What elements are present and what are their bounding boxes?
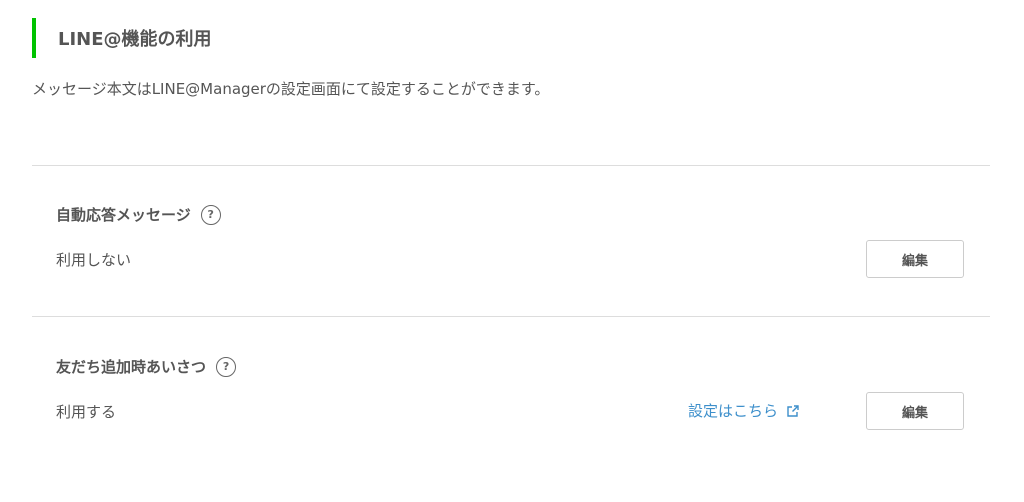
- auto-response-edit-button[interactable]: 編集: [866, 240, 964, 278]
- greeting-label: 友だち追加時あいさつ: [56, 358, 207, 376]
- greeting-title: 友だち追加時あいさつ ?: [56, 356, 237, 377]
- auto-response-label: 自動応答メッセージ: [56, 206, 191, 224]
- accent-bar: [32, 18, 36, 58]
- greeting-status: 利用する: [56, 403, 117, 421]
- section-description: メッセージ本文はLINE@Managerの設定画面にて設定することができます。: [32, 80, 550, 98]
- external-link-icon: [786, 404, 800, 418]
- auto-response-status: 利用しない: [56, 251, 132, 269]
- divider: [32, 165, 990, 166]
- section-header: LINE@機能の利用: [32, 18, 212, 58]
- help-icon[interactable]: ?: [216, 356, 237, 377]
- auto-response-title: 自動応答メッセージ ?: [56, 204, 221, 225]
- settings-link[interactable]: 設定はこちら: [688, 400, 800, 421]
- section-title: LINE@機能の利用: [58, 29, 212, 50]
- help-icon[interactable]: ?: [200, 204, 221, 225]
- greeting-edit-button[interactable]: 編集: [866, 392, 964, 430]
- settings-link-label: 設定はこちら: [688, 402, 779, 420]
- page: LINE@機能の利用 メッセージ本文はLINE@Managerの設定画面にて設定…: [0, 0, 1024, 502]
- divider: [32, 316, 990, 317]
